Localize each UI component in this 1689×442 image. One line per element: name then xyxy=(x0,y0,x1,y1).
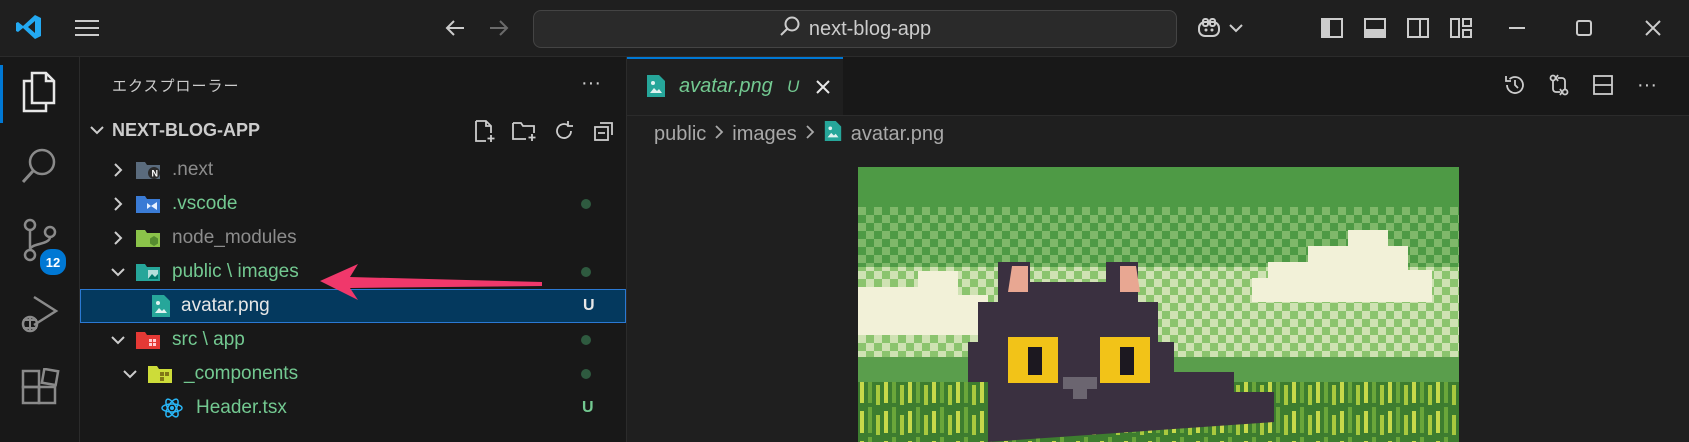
chevron-down-icon[interactable] xyxy=(121,365,139,383)
tree-item-label: .next xyxy=(172,159,214,180)
source-control-badge: 12 xyxy=(38,247,68,277)
chevron-right-icon[interactable] xyxy=(109,229,127,247)
search-icon xyxy=(779,15,801,43)
react-file-icon xyxy=(159,397,185,419)
collapse-all-icon[interactable] xyxy=(590,118,618,144)
breadcrumb-item[interactable]: avatar.png xyxy=(851,123,944,146)
annotation-arrow-icon xyxy=(320,264,542,300)
refresh-icon[interactable] xyxy=(550,118,578,144)
next-folder-icon: N xyxy=(135,159,161,181)
new-file-icon[interactable] xyxy=(470,118,498,144)
new-folder-icon[interactable] xyxy=(510,118,538,144)
tree-item-label: src \ app xyxy=(172,329,245,350)
extensions-button[interactable] xyxy=(0,353,79,427)
timeline-history-icon[interactable] xyxy=(1500,70,1530,100)
breadcrumb-item[interactable]: public xyxy=(654,123,706,146)
breadcrumb-item[interactable]: images xyxy=(732,123,796,146)
modified-dot xyxy=(581,335,591,345)
extensions-icon xyxy=(20,366,60,413)
chevron-down-icon[interactable] xyxy=(109,263,127,281)
explorer-button[interactable] xyxy=(0,57,79,131)
toggle-secondary-sidebar-icon[interactable] xyxy=(1404,14,1432,42)
vscode-logo-icon xyxy=(14,12,44,42)
untracked-status: U xyxy=(582,399,594,416)
toggle-panel-icon[interactable] xyxy=(1361,14,1389,42)
tree-item-src-app[interactable]: src \ app xyxy=(80,323,626,357)
minimize-icon[interactable] xyxy=(1502,14,1532,42)
image-file-icon xyxy=(148,295,174,317)
components-folder-open-icon xyxy=(147,363,173,385)
explorer-icon xyxy=(20,71,60,118)
modified-dot xyxy=(581,199,591,209)
app-folder-open-icon xyxy=(135,329,161,351)
explorer-title: エクスプローラー xyxy=(112,78,240,95)
forward-arrow-icon[interactable] xyxy=(484,14,514,42)
search-text: next-blog-app xyxy=(808,17,932,40)
run-debug-button[interactable] xyxy=(0,279,79,353)
untracked-status: U xyxy=(583,297,595,314)
tab-avatar-png[interactable]: avatar.png U xyxy=(627,57,843,115)
tree-item-vscode[interactable]: .vscode xyxy=(80,187,626,221)
editor-actions: ··· xyxy=(1500,70,1662,100)
customize-layout-icon[interactable] xyxy=(1447,14,1475,42)
explorer-sidebar: エクスプローラー ··· NEXT-BLOG-APP N .next .vsco… xyxy=(80,57,627,442)
modified-dot xyxy=(581,369,591,379)
activity-bar: 12 xyxy=(0,57,80,442)
tree-item-components[interactable]: _components xyxy=(80,357,626,391)
node-folder-icon xyxy=(135,227,161,249)
split-editor-icon[interactable] xyxy=(1588,70,1618,100)
breadcrumb: public images avatar.png xyxy=(654,120,944,148)
chevron-down-icon[interactable] xyxy=(1226,16,1246,40)
back-arrow-icon[interactable] xyxy=(440,14,470,42)
close-tab-icon[interactable] xyxy=(811,75,835,99)
svg-text:N: N xyxy=(152,169,159,179)
image-file-icon xyxy=(823,120,843,148)
chevron-down-icon[interactable] xyxy=(109,331,127,349)
tree-item-node-modules[interactable]: node_modules xyxy=(80,221,626,255)
modified-dot xyxy=(581,267,591,277)
vscode-folder-icon xyxy=(135,193,161,215)
tab-status: U xyxy=(787,77,800,96)
open-changes-icon[interactable] xyxy=(1544,70,1574,100)
workspace-section-header[interactable]: NEXT-BLOG-APP xyxy=(80,115,626,147)
tree-item-label: .vscode xyxy=(172,193,238,214)
title-bar: next-blog-app xyxy=(0,0,1689,57)
search-button[interactable] xyxy=(0,131,79,205)
menu-icon[interactable] xyxy=(72,14,102,42)
workspace-title: NEXT-BLOG-APP xyxy=(112,120,261,140)
image-file-icon xyxy=(645,74,667,103)
maximize-icon[interactable] xyxy=(1569,14,1599,42)
tree-item-label: Header.tsx xyxy=(196,397,287,418)
tree-item-label: _components xyxy=(184,363,299,384)
run-debug-icon xyxy=(20,294,60,339)
chevron-right-icon[interactable] xyxy=(109,161,127,179)
tab-label: avatar.png xyxy=(679,75,773,97)
chevron-down-icon[interactable] xyxy=(88,121,106,144)
tree-item-header-tsx[interactable]: Header.tsx U xyxy=(80,391,626,425)
command-center-search[interactable]: next-blog-app xyxy=(533,10,1177,48)
source-control-button[interactable]: 12 xyxy=(0,205,79,279)
chevron-right-icon xyxy=(714,123,724,146)
avatar-image xyxy=(858,167,1459,442)
chevron-right-icon xyxy=(805,123,815,146)
images-folder-open-icon xyxy=(135,261,161,283)
more-actions-icon[interactable]: ··· xyxy=(1632,70,1662,100)
tree-item-next[interactable]: N .next xyxy=(80,153,626,187)
chevron-right-icon[interactable] xyxy=(109,195,127,213)
more-actions-icon[interactable]: ··· xyxy=(576,69,606,97)
search-icon xyxy=(20,146,60,191)
toggle-primary-sidebar-icon[interactable] xyxy=(1318,14,1346,42)
copilot-icon[interactable] xyxy=(1194,14,1224,42)
tree-item-label: avatar.png xyxy=(181,295,270,316)
close-icon[interactable] xyxy=(1638,14,1668,42)
tree-item-label: node_modules xyxy=(172,227,297,248)
tree-item-label: public \ images xyxy=(172,261,299,282)
